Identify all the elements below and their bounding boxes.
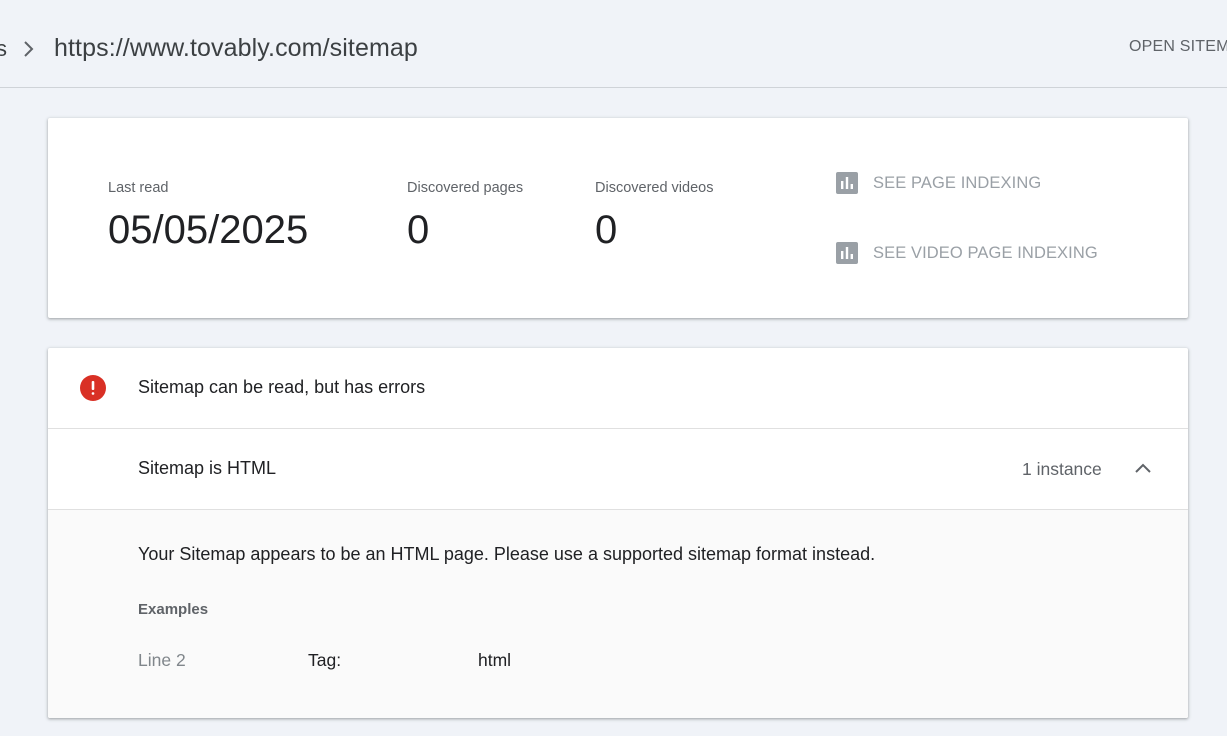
chevron-right-icon xyxy=(24,41,34,57)
discovered-videos-label: Discovered videos xyxy=(595,180,714,196)
see-video-page-indexing-label: SEE VIDEO PAGE INDEXING xyxy=(873,243,1098,262)
open-sitemap-button[interactable]: OPEN SITEM xyxy=(1129,38,1227,56)
issue-description: Your Sitemap appears to be an HTML page.… xyxy=(138,544,876,564)
error-circle-icon xyxy=(80,375,106,401)
last-read-value: 05/05/2025 xyxy=(108,208,309,252)
page-header: s https://www.tovably.com/sitemap OPEN S… xyxy=(0,0,1227,88)
example-tag-label: Tag: xyxy=(308,650,342,670)
see-page-indexing-button[interactable]: SEE PAGE INDEXING xyxy=(836,172,1041,194)
issue-title: Sitemap is HTML xyxy=(138,458,277,478)
chevron-up-icon[interactable] xyxy=(1134,461,1152,475)
error-status-row: Sitemap can be read, but has errors xyxy=(48,348,1188,429)
bar-chart-icon xyxy=(836,242,858,264)
examples-heading: Examples xyxy=(138,601,209,618)
bar-chart-icon xyxy=(836,172,858,194)
see-page-indexing-label: SEE PAGE INDEXING xyxy=(873,173,1042,192)
page-title: https://www.tovably.com/sitemap xyxy=(54,34,418,62)
discovered-videos-value: 0 xyxy=(595,208,618,252)
see-video-page-indexing-button[interactable]: SEE VIDEO PAGE INDEXING xyxy=(836,242,1098,264)
issue-details-panel: Your Sitemap appears to be an HTML page.… xyxy=(48,510,1188,718)
error-status-text: Sitemap can be read, but has errors xyxy=(138,377,426,397)
issue-instance-count: 1 instance xyxy=(1022,459,1102,479)
breadcrumb-previous[interactable]: s xyxy=(0,36,7,62)
last-read-label: Last read xyxy=(108,180,169,196)
example-line-number: Line 2 xyxy=(138,650,186,670)
example-tag-value: html xyxy=(478,650,512,670)
sitemap-stats-card: Last read 05/05/2025 Discovered pages 0 … xyxy=(48,118,1188,318)
discovered-pages-label: Discovered pages xyxy=(407,180,524,196)
discovered-pages-value: 0 xyxy=(407,208,430,252)
sitemap-errors-card: Sitemap can be read, but has errors Site… xyxy=(48,348,1188,718)
issue-row-sitemap-is-html[interactable]: Sitemap is HTML 1 instance xyxy=(48,429,1188,510)
